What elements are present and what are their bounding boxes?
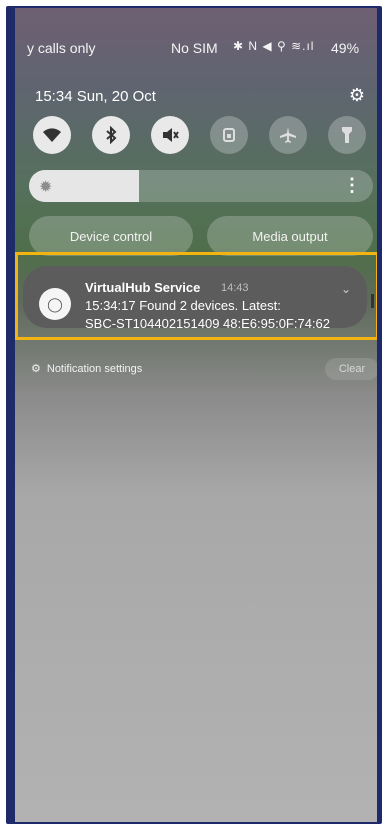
more-options-icon[interactable]: ⋮: [343, 175, 361, 196]
flashlight-icon[interactable]: [328, 116, 366, 154]
notification-text-line2: SBC-ST104402151409 48:E6:95:0F:74:62: [85, 316, 331, 331]
bluetooth-icon[interactable]: [92, 116, 130, 154]
gear-icon[interactable]: ⚙: [348, 86, 366, 104]
notification-time: 14:43: [221, 282, 249, 294]
battery-level: 49%: [331, 40, 360, 56]
rotation-lock-icon[interactable]: [210, 116, 248, 154]
notification-settings-link[interactable]: ⚙ Notification settings: [31, 362, 142, 375]
clear-button[interactable]: Clear: [325, 358, 377, 380]
brightness-slider[interactable]: ✹ ⋮: [29, 170, 373, 202]
date: Sun, 20 Oct: [76, 88, 156, 105]
sun-icon: ✹: [39, 179, 53, 196]
notification-text-line1: 15:34:17 Found 2 devices. Latest:: [85, 298, 281, 313]
status-bar: y calls only No SIM ✱ N ◀ ⚲ ≋.ıl 49%: [15, 8, 377, 56]
notification-card[interactable]: ◯ VirtualHub Service 14:43 ⌄ 15:34:17 Fo…: [23, 266, 367, 331]
status-icons: ✱ N ◀ ⚲ ≋.ıl: [233, 39, 315, 53]
notification-settings-label: Notification settings: [46, 363, 143, 375]
gear-icon: ⚙: [31, 363, 41, 375]
quick-settings-row: [27, 116, 367, 156]
date-time: 15:34 Sun, 20 Oct: [35, 88, 156, 105]
clock: 15:34: [35, 88, 73, 105]
airplane-icon[interactable]: [269, 116, 307, 154]
notification-shade: y calls only No SIM ✱ N ◀ ⚲ ≋.ıl 49% 15:…: [15, 8, 377, 822]
carrier-text: y calls only: [27, 40, 96, 56]
wifi-icon[interactable]: [33, 116, 71, 154]
notification-app-name: VirtualHub Service: [85, 280, 201, 295]
chevron-down-icon[interactable]: ⌄: [341, 282, 351, 296]
app-icon: ◯: [39, 288, 71, 320]
device-control-button[interactable]: Device control: [29, 216, 193, 256]
edge-marker: [371, 294, 374, 308]
mute-icon[interactable]: [151, 116, 189, 154]
sim-status: No SIM: [171, 40, 218, 56]
media-output-button[interactable]: Media output: [207, 216, 373, 256]
